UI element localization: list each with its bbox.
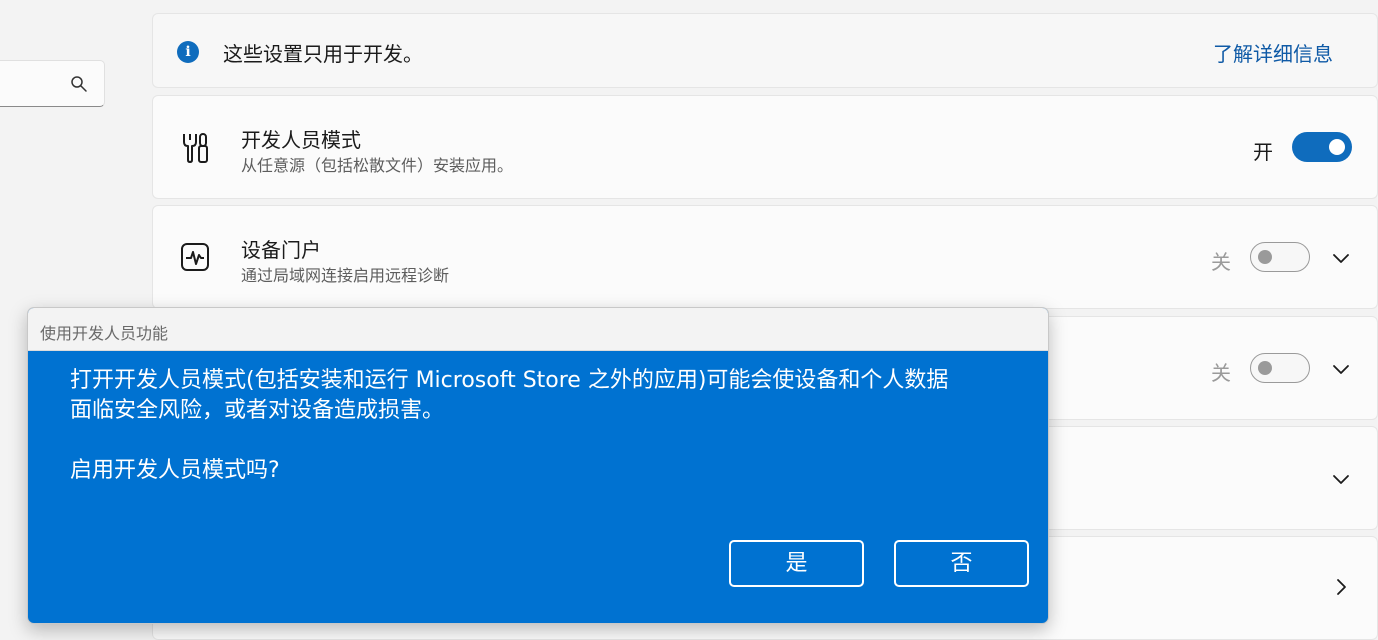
toggle-knob [1329,139,1345,155]
settings-page: i 这些设置只用于开发。 了解详细信息 开发人员模式 从任意源（包括松散文件）安… [0,0,1378,640]
row3-toggle[interactable] [1250,353,1310,383]
chevron-down-icon[interactable] [1331,469,1351,489]
info-icon: i [177,41,199,63]
device-portal-title: 设备门户 [241,238,321,262]
toggle-knob [1258,250,1272,264]
chevron-down-icon[interactable] [1331,359,1351,379]
dialog-message-line2: 面临安全风险，或者对设备造成损害。 [70,398,445,423]
search-box[interactable] [0,60,105,107]
learn-more-link[interactable]: 了解详细信息 [1213,38,1333,67]
dialog-body: 打开开发人员模式(包括安装和运行 Microsoft Store 之外的应用)可… [28,351,1048,623]
dialog-message-line1: 打开开发人员模式(包括安装和运行 Microsoft Store 之外的应用)可… [70,368,949,393]
developer-mode-description: 从任意源（包括松散文件）安装应用。 [241,156,514,175]
row3-state: 关 [1211,361,1231,385]
developer-features-dialog: 使用开发人员功能 打开开发人员模式(包括安装和运行 Microsoft Stor… [27,307,1049,624]
developer-mode-title: 开发人员模式 [241,128,361,152]
pulse-icon [181,243,209,271]
developer-mode-toggle[interactable] [1292,132,1352,162]
no-button[interactable]: 否 [894,540,1029,587]
yes-button[interactable]: 是 [729,540,864,587]
developer-mode-card: 开发人员模式 从任意源（包括松散文件）安装应用。 开 [152,95,1378,199]
tools-icon [183,133,208,163]
device-portal-card[interactable]: 设备门户 通过局域网连接启用远程诊断 关 [152,205,1378,309]
device-portal-description: 通过局域网连接启用远程诊断 [241,266,450,285]
info-text: 这些设置只用于开发。 [223,42,423,66]
toggle-knob [1258,361,1272,375]
dialog-question: 启用开发人员模式吗? [70,458,280,483]
device-portal-state: 关 [1211,250,1231,274]
info-bar: i 这些设置只用于开发。 了解详细信息 [152,13,1378,88]
dialog-title: 使用开发人员功能 [28,308,1048,351]
chevron-right-icon[interactable] [1331,577,1351,597]
developer-mode-state: 开 [1253,140,1273,164]
chevron-down-icon[interactable] [1331,248,1351,268]
dialog-message: 打开开发人员模式(包括安装和运行 Microsoft Store 之外的应用)可… [70,366,990,426]
search-icon [71,76,87,92]
device-portal-toggle[interactable] [1250,242,1310,272]
